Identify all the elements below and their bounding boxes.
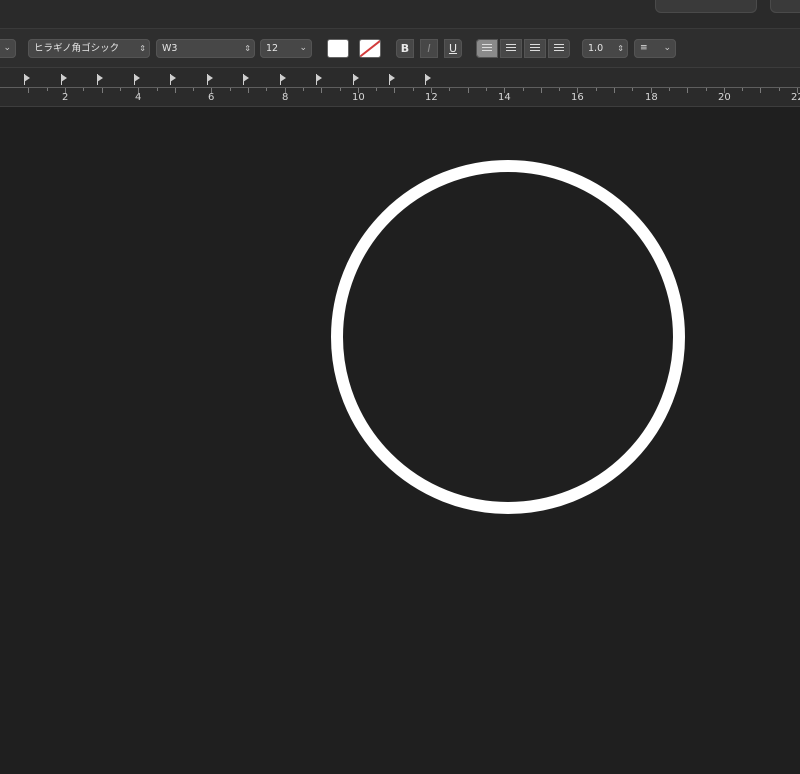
ruler-tick	[303, 88, 304, 91]
ruler-number: 12	[425, 92, 438, 103]
up-down-arrows-icon: ⇕	[244, 44, 251, 53]
align-center-button[interactable]	[500, 39, 522, 58]
tab-stop-marker[interactable]	[61, 74, 67, 85]
font-weight-value: W3	[162, 43, 178, 54]
tab-stop-marker[interactable]	[316, 74, 322, 85]
ruler-tick	[614, 88, 615, 93]
window-titlebar	[0, 0, 800, 29]
ruler-number: 14	[498, 92, 511, 103]
ruler-tick	[157, 88, 158, 91]
ruler-number: 20	[718, 92, 731, 103]
ruler-tick	[706, 88, 707, 91]
highlight-color-swatch[interactable]	[360, 40, 380, 57]
ruler[interactable]: 2 4 6 8 10 12 14 16 18 20 22	[0, 68, 800, 107]
ruler-number: 2	[62, 92, 69, 103]
tab-stop-marker[interactable]	[425, 74, 431, 85]
align-left-button[interactable]	[476, 39, 498, 58]
ruler-tick	[321, 88, 322, 93]
list-bullets-icon: ≡	[640, 43, 648, 53]
ruler-tick	[687, 88, 688, 93]
ruler-tick	[102, 88, 103, 93]
align-left-icon	[482, 44, 492, 53]
chevron-down-icon: ⌄	[3, 43, 11, 53]
format-toolbar: ⌄ ヒラギノ角ゴシック ⇕ W3 ⇕ 12 ⌄ B I U 1.0 ⇕ ≡ ⌄	[0, 29, 800, 68]
up-down-arrows-icon: ⇕	[139, 44, 146, 53]
tab-stop-marker[interactable]	[134, 74, 140, 85]
ruler-tick	[394, 88, 395, 93]
ruler-number: 16	[571, 92, 584, 103]
align-center-icon	[506, 44, 516, 53]
chevron-down-icon: ⌄	[299, 43, 307, 53]
font-size-value: 12	[266, 43, 279, 54]
align-justify-icon	[554, 44, 564, 53]
italic-button[interactable]: I	[420, 39, 438, 58]
ruler-tick	[413, 88, 414, 91]
ruler-tick	[340, 88, 341, 91]
ruler-tick	[120, 88, 121, 91]
font-size-select[interactable]: 12 ⌄	[260, 39, 312, 58]
ruler-tick	[742, 88, 743, 91]
ruler-tick	[230, 88, 231, 91]
line-spacing-select[interactable]: 1.0 ⇕	[582, 39, 628, 58]
ruler-tick	[376, 88, 377, 91]
ruler-tick	[449, 88, 450, 91]
ruler-number: 8	[282, 92, 289, 103]
ruler-number: 10	[352, 92, 365, 103]
ruler-number: 22	[791, 92, 800, 103]
ruler-tick	[760, 88, 761, 93]
ruler-tick	[486, 88, 487, 91]
align-justify-button[interactable]	[548, 39, 570, 58]
tab-stop-marker[interactable]	[353, 74, 359, 85]
align-right-icon	[530, 44, 540, 53]
up-down-arrows-icon: ⇕	[617, 44, 624, 53]
ruler-tick	[28, 88, 29, 93]
ruler-tick	[248, 88, 249, 93]
font-weight-select[interactable]: W3 ⇕	[156, 39, 255, 58]
ruler-tick	[779, 88, 780, 91]
ruler-tick	[468, 88, 469, 93]
tab-stop-marker[interactable]	[170, 74, 176, 85]
ruler-tick	[632, 88, 633, 91]
ruler-number: 4	[135, 92, 142, 103]
ruler-tick	[596, 88, 597, 91]
ruler-tick	[266, 88, 267, 91]
bold-button[interactable]: B	[396, 39, 414, 58]
font-family-value: ヒラギノ角ゴシック	[34, 43, 120, 54]
tab-stop-marker[interactable]	[97, 74, 103, 85]
tab-stop-marker[interactable]	[389, 74, 395, 85]
underline-button[interactable]: U	[444, 39, 462, 58]
line-spacing-value: 1.0	[588, 43, 604, 54]
tab-stop-marker[interactable]	[24, 74, 30, 85]
chevron-down-icon: ⌄	[663, 43, 671, 53]
ruler-tick	[541, 88, 542, 93]
tab-stop-marker[interactable]	[243, 74, 249, 85]
ruler-tick	[193, 88, 194, 91]
tab-stop-marker[interactable]	[207, 74, 213, 85]
tab-stop-marker[interactable]	[280, 74, 286, 85]
ruler-tick	[559, 88, 560, 91]
ruler-tick	[83, 88, 84, 91]
ruler-tick	[523, 88, 524, 91]
titlebar-tab[interactable]	[655, 0, 757, 13]
ruler-tick	[175, 88, 176, 93]
ruler-tick	[669, 88, 670, 91]
ruler-number: 18	[645, 92, 658, 103]
circle-shape[interactable]	[331, 160, 685, 514]
text-color-swatch[interactable]	[328, 40, 348, 57]
align-right-button[interactable]	[524, 39, 546, 58]
titlebar-tab[interactable]	[770, 0, 800, 13]
paragraph-style-select[interactable]: ⌄	[0, 39, 16, 58]
ruler-tick	[47, 88, 48, 91]
list-style-select[interactable]: ≡ ⌄	[634, 39, 676, 58]
ruler-number: 6	[208, 92, 215, 103]
font-family-select[interactable]: ヒラギノ角ゴシック ⇕	[28, 39, 150, 58]
